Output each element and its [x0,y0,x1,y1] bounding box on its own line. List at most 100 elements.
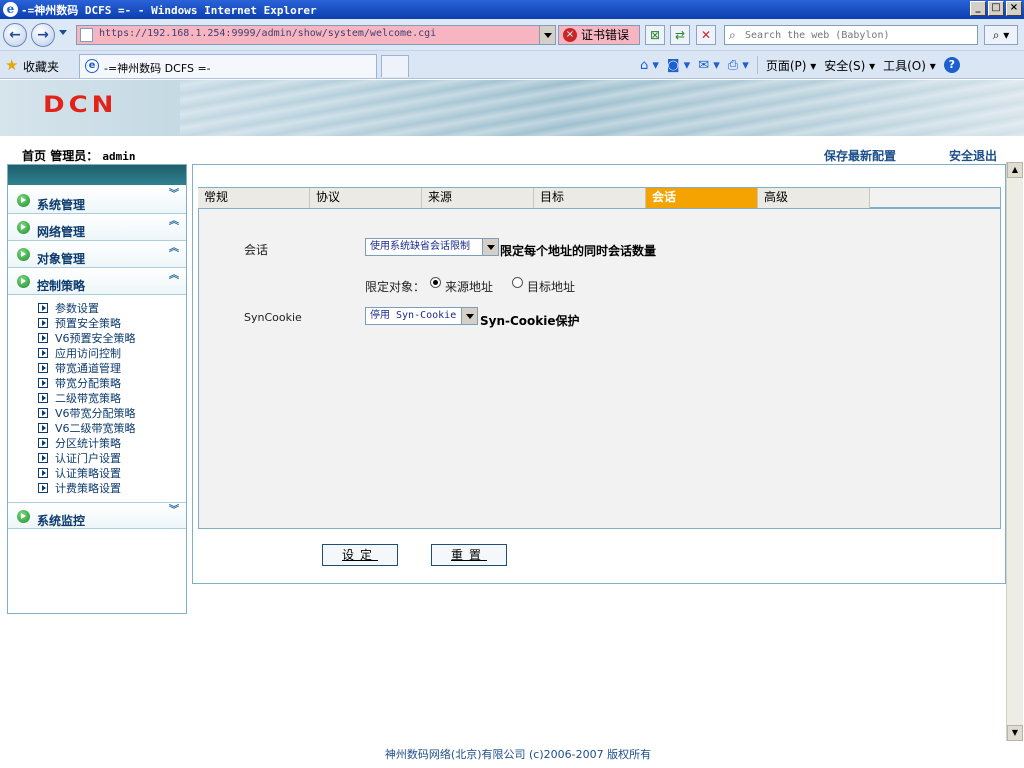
sidebar-item[interactable]: 计费策略设置 [38,481,186,496]
scroll-up-icon[interactable]: ▲ [1007,162,1023,178]
tab-destination[interactable]: 目标 [534,188,646,208]
sidebar-group-label: 系统监控 [37,514,86,528]
sidebar-item[interactable]: 参数设置 [38,301,186,316]
print-icon[interactable]: ⎙ ▾ [728,58,749,73]
vertical-scrollbar[interactable]: ▲ ▼ [1006,162,1023,741]
syncookie-label: SynCookie [244,311,302,324]
address-bar[interactable]: https://192.168.1.254:9999/admin/show/sy… [76,25,556,45]
browser-tab[interactable]: e -=神州数码 DCFS =- [79,54,377,78]
sidebar-item[interactable]: V6二级带宽策略 [38,421,186,436]
limit-target-label: 限定对象： [365,280,426,294]
favorites-star-icon[interactable]: ★ [5,56,18,74]
sidebar-item[interactable]: 二级带宽策略 [38,391,186,406]
chevron-up-icon[interactable]: ︽ [169,271,179,281]
safety-menu[interactable]: 安全(S) ▾ [824,57,875,74]
syncookie-select[interactable]: 停用 Syn-Cookie [365,307,478,325]
session-limit-select[interactable]: 使用系统缺省会话限制 [365,238,499,256]
breadcrumb: 首页 管理员： admin [22,147,136,164]
main-content: 常规 协议 来源 目标 会话 高级 会话 使用系统缺省会话限制 限定每个地址的同… [192,164,1006,584]
search-go-button[interactable]: ⌕ ▾ [984,25,1018,45]
sidebar-item[interactable]: 认证门户设置 [38,451,186,466]
cert-error-button[interactable]: × 证书错误 [558,25,640,45]
mail-icon[interactable]: ✉ ▾ [698,58,720,73]
tab-protocol[interactable]: 协议 [310,188,422,208]
admin-label: 管理员： [50,149,99,163]
sidebar-item[interactable]: V6预置安全策略 [38,331,186,346]
tab-advanced[interactable]: 高级 [758,188,870,208]
chevron-down-icon[interactable] [482,239,498,255]
logout-link[interactable]: 安全退出 [949,147,997,164]
reset-button[interactable]: 重置 [431,544,507,566]
sidebar-group-policy[interactable]: 控制策略 ︽ [8,268,186,295]
sidebar-item[interactable]: 带宽通道管理 [38,361,186,376]
bullet-arrow-icon [38,438,48,448]
close-button[interactable]: × [1006,1,1022,16]
compatibility-icon[interactable]: ⊠ [645,25,665,45]
sidebar-item[interactable]: V6带宽分配策略 [38,406,186,421]
sidebar-group-label: 对象管理 [37,252,86,266]
address-dropdown-icon[interactable] [539,26,555,44]
bullet-arrow-icon [38,468,48,478]
tab-general[interactable]: 常规 [198,188,310,208]
refresh-icon[interactable]: ⇄ [670,25,690,45]
feeds-icon[interactable]: ◙ ▾ [667,58,690,73]
save-config-link[interactable]: 保存最新配置 [824,147,896,164]
go-arrow-icon [17,194,30,207]
sidebar-item[interactable]: 分区统计策略 [38,436,186,451]
chevron-up-icon[interactable]: ︽ [169,244,179,254]
sidebar-header [8,165,186,185]
sidebar-group-objects[interactable]: 对象管理 ︽ [8,241,186,268]
source-address-radio[interactable] [430,277,441,288]
bullet-arrow-icon [38,303,48,313]
bullet-arrow-icon [38,483,48,493]
shield-error-icon: × [563,28,577,42]
stop-icon[interactable]: ✕ [696,25,716,45]
favorites-label[interactable]: 收藏夹 [23,58,59,75]
chevron-up-icon[interactable]: ︽ [169,217,179,227]
chevron-down-icon[interactable]: ︾ [169,190,179,200]
address-toolbar: ← → https://192.168.1.254:9999/admin/sho… [0,19,1024,51]
forward-button[interactable]: → [31,23,55,47]
page-menu[interactable]: 页面(P) ▾ [766,57,816,74]
set-button[interactable]: 设定 [322,544,398,566]
destination-address-label[interactable]: 目标地址 [527,278,575,295]
window-titlebar: e -=神州数码 DCFS =- - Windows Internet Expl… [0,0,1024,19]
session-limit-description: 限定每个地址的同时会话数量 [500,244,657,258]
command-bar: ⌂ ▾ ◙ ▾ ✉ ▾ ⎙ ▾ 页面(P) ▾ 安全(S) ▾ 工具(O) ▾ … [640,55,960,75]
sidebar-item[interactable]: 认证策略设置 [38,466,186,481]
bullet-arrow-icon [38,423,48,433]
maximize-button[interactable]: □ [988,1,1004,16]
sidebar-item[interactable]: 带宽分配策略 [38,376,186,391]
back-button[interactable]: ← [3,23,27,47]
new-tab-button[interactable] [381,55,409,77]
destination-address-radio[interactable] [512,277,523,288]
chevron-down-icon[interactable]: ︾ [169,506,179,516]
help-icon[interactable]: ? [943,57,960,73]
sidebar-item[interactable]: 预置安全策略 [38,316,186,331]
scroll-down-icon[interactable]: ▼ [1007,725,1023,741]
tab-source[interactable]: 来源 [422,188,534,208]
history-dropdown-icon[interactable] [59,30,67,35]
bullet-arrow-icon [38,348,48,358]
home-icon[interactable]: ⌂ ▾ [640,58,659,73]
address-url[interactable]: https://192.168.1.254:9999/admin/show/sy… [99,28,436,39]
sidebar-group-network[interactable]: 网络管理 ︽ [8,214,186,241]
go-arrow-icon [17,510,30,523]
bullet-arrow-icon [38,453,48,463]
policy-submenu: 参数设置 预置安全策略 V6预置安全策略 应用访问控制 带宽通道管理 带宽分配策… [8,295,186,502]
source-address-label[interactable]: 来源地址 [445,278,493,295]
minimize-button[interactable]: _ [970,1,986,16]
chevron-down-icon[interactable] [461,308,477,324]
home-link[interactable]: 首页 [22,149,46,163]
bullet-arrow-icon [38,318,48,328]
session-label: 会话 [244,243,269,257]
sidebar-group-monitor[interactable]: 系统监控 ︾ [8,502,186,529]
search-box[interactable]: ⌕ [724,25,978,45]
tab-session[interactable]: 会话 [646,188,758,208]
bullet-arrow-icon [38,408,48,418]
sidebar-group-system[interactable]: 系统管理 ︾ [8,187,186,214]
search-input[interactable] [745,27,973,43]
tab-ie-icon: e [85,59,99,73]
tools-menu[interactable]: 工具(O) ▾ [883,57,936,74]
sidebar-item[interactable]: 应用访问控制 [38,346,186,361]
